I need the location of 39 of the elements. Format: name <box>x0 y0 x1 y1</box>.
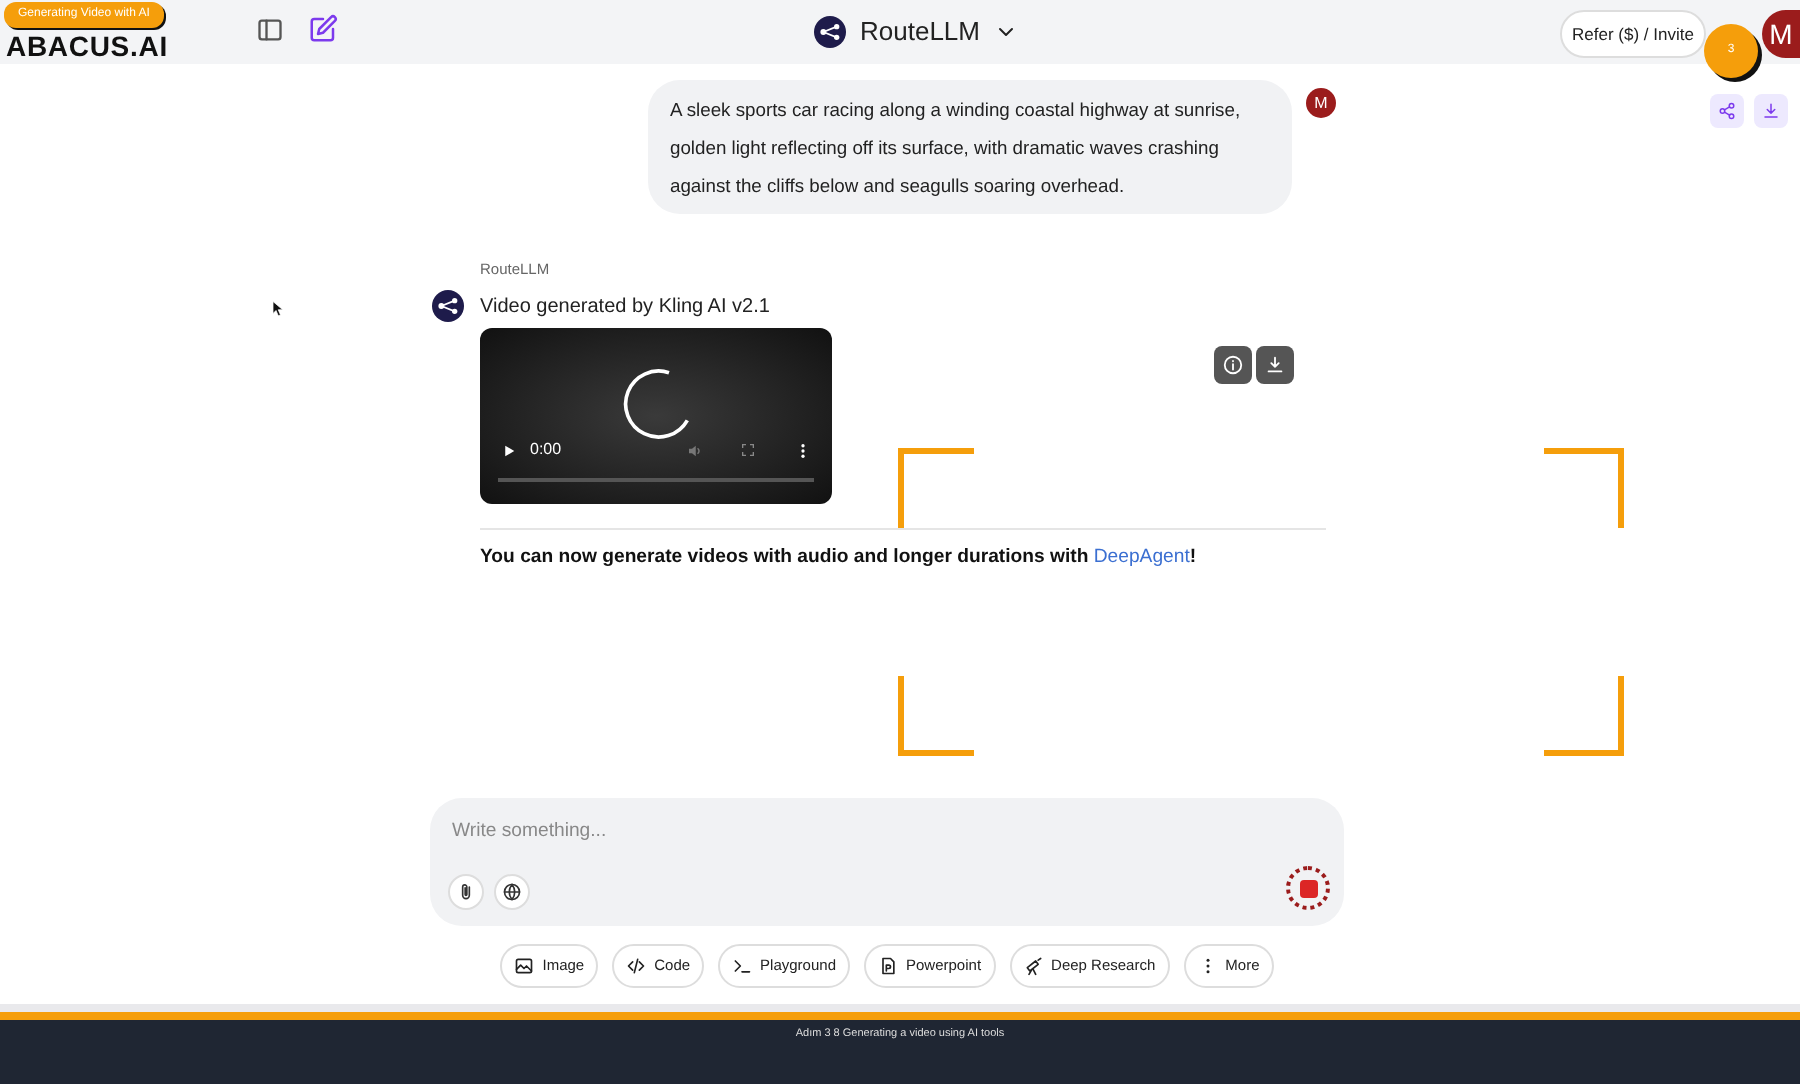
download-icon <box>1762 102 1780 120</box>
download-button[interactable] <box>1754 94 1788 128</box>
fullscreen-icon[interactable] <box>740 442 756 459</box>
network-logo-icon <box>432 290 464 323</box>
deepagent-link[interactable]: DeepAgent <box>1093 546 1190 569</box>
user-message-bubble: A sleek sports car racing along a winding coastal highway at sunrise, golden light reflecting off its surface, with dramatic waves crashing against the cliffs below and seagulls soaring overhead. <box>648 80 1292 214</box>
network-logo-icon <box>814 15 846 48</box>
stop-button[interactable] <box>1286 866 1330 910</box>
paperclip-icon <box>456 882 476 902</box>
sidebar-toggle-button[interactable] <box>256 16 284 44</box>
image-icon <box>514 956 535 976</box>
terminal-icon <box>732 956 753 976</box>
video-caption: Video generated by Kling AI v2.1 <box>480 293 770 322</box>
info-icon <box>1222 354 1244 377</box>
share-button[interactable] <box>1710 94 1744 128</box>
info-button[interactable] <box>1214 346 1252 385</box>
user-avatar: M <box>1306 88 1336 118</box>
web-search-button[interactable] <box>494 874 530 910</box>
attach-button[interactable] <box>448 874 484 910</box>
volume-icon[interactable] <box>686 441 704 460</box>
download-icon <box>1264 354 1286 377</box>
user-avatar[interactable]: M <box>1762 10 1800 58</box>
download-button[interactable] <box>1256 346 1294 385</box>
globe-icon <box>502 882 522 902</box>
logo-text: ABACUS.AI <box>6 32 168 60</box>
refer-invite-button[interactable]: Refer ($) / Invite <box>1560 10 1706 58</box>
message-input-field[interactable]: Write something... <box>452 818 1252 846</box>
telescope-icon <box>1023 956 1044 976</box>
video-time: 0:00 <box>530 438 562 463</box>
play-icon[interactable] <box>500 441 518 460</box>
new-chat-button[interactable] <box>308 14 338 44</box>
document-icon <box>878 956 898 976</box>
model-selector[interactable]: RouteLLM <box>814 12 1018 51</box>
promo-message: You can now generate videos with audio and longer durations with DeepAgent! <box>480 544 1199 573</box>
video-player[interactable]: 0:00 <box>480 328 832 505</box>
video-progress-track[interactable] <box>498 478 814 483</box>
code-icon <box>626 956 647 976</box>
mouse-cursor-icon <box>270 298 288 320</box>
share-icon <box>1718 102 1736 120</box>
